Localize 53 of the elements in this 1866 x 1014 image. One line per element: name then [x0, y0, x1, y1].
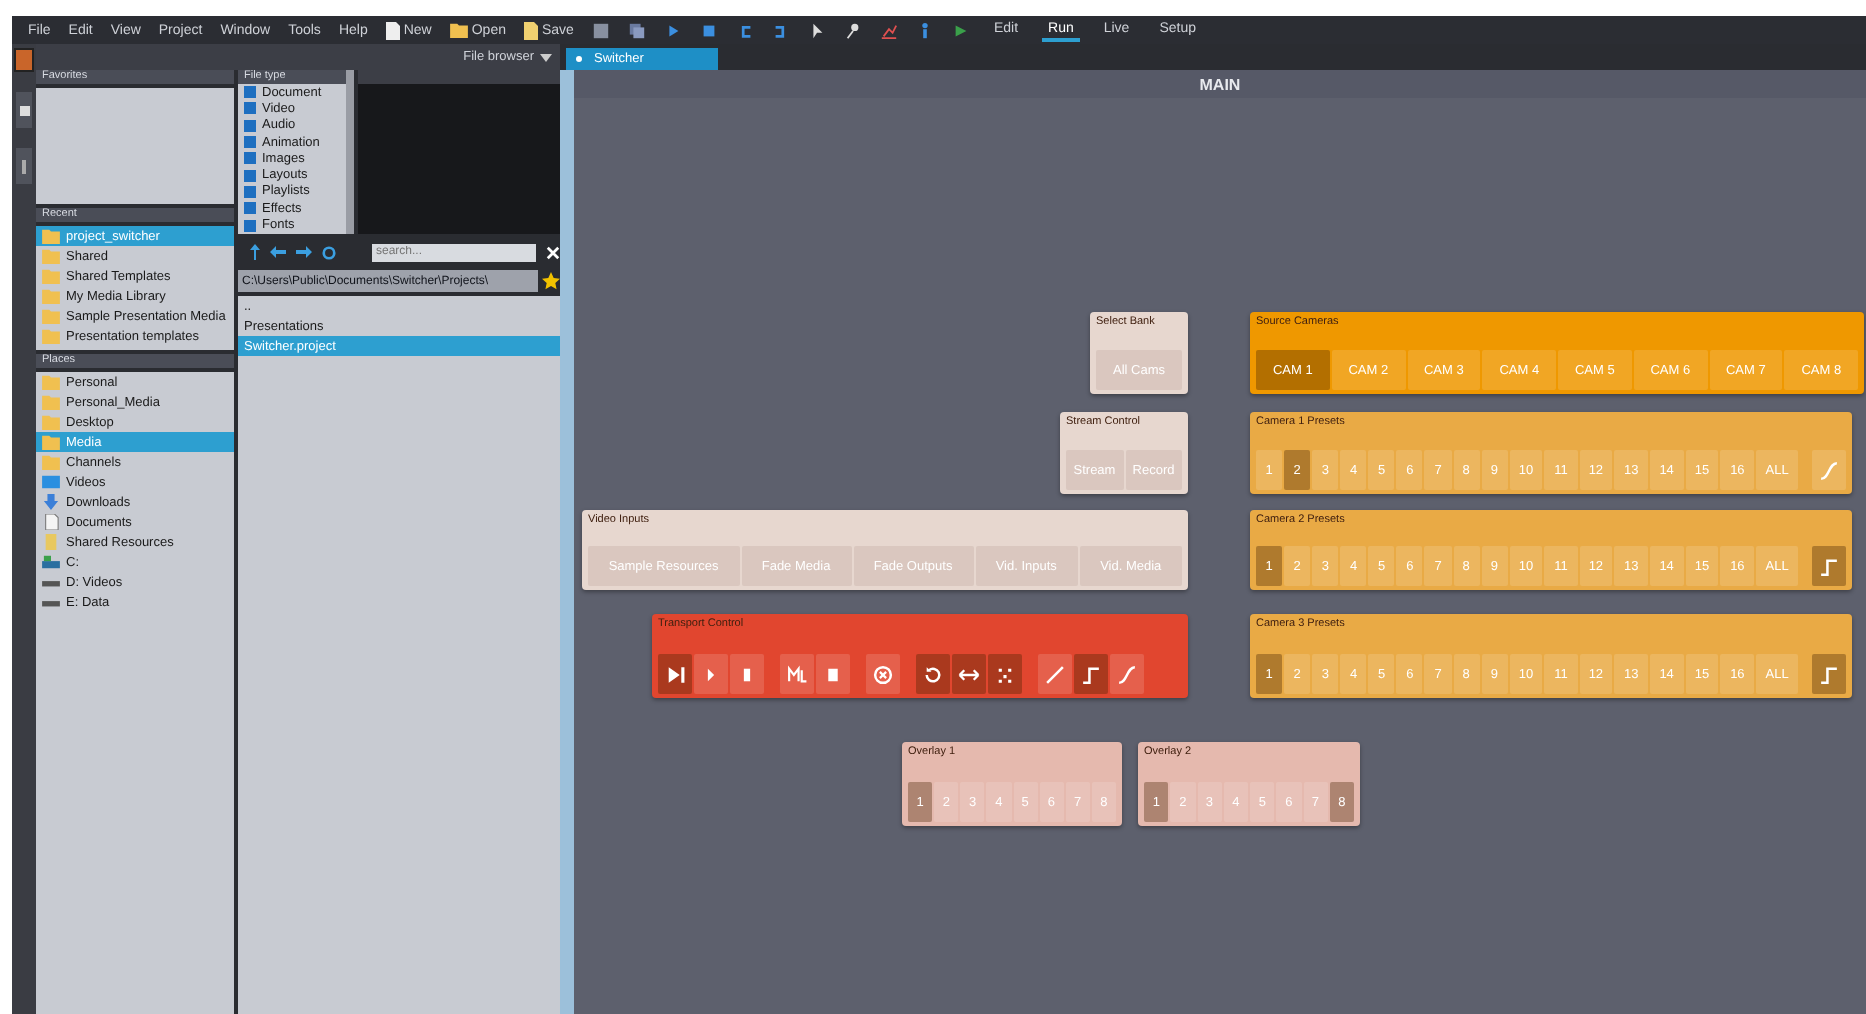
- download-icon: [42, 494, 60, 510]
- step-icon: [1818, 663, 1841, 685]
- page-tool-icon[interactable]: [16, 92, 32, 128]
- star-icon[interactable]: [542, 272, 560, 290]
- forward-icon[interactable]: [296, 246, 312, 258]
- app-icon[interactable]: [14, 48, 34, 72]
- play-icon: [664, 663, 686, 685]
- redo-icon[interactable]: [771, 21, 790, 39]
- clip-icon: [822, 663, 844, 685]
- refresh-icon[interactable]: [322, 245, 336, 259]
- line-icon: [1044, 663, 1066, 685]
- pin-icon[interactable]: [843, 21, 862, 39]
- transport-button[interactable]: [816, 654, 850, 694]
- transport-button[interactable]: [952, 654, 986, 694]
- transport-button[interactable]: [658, 654, 692, 694]
- caret-icon[interactable]: [540, 53, 552, 61]
- transport-button[interactable]: [866, 654, 900, 694]
- transport-button[interactable]: [1038, 654, 1072, 694]
- transport-button[interactable]: [730, 654, 764, 694]
- transport-button[interactable]: [780, 654, 814, 694]
- dot-icon: [576, 56, 582, 62]
- pin-tool-icon[interactable]: [16, 148, 32, 184]
- curve-icon: [1818, 459, 1841, 481]
- grid-icon[interactable]: [591, 21, 610, 39]
- stop-icon: [872, 663, 894, 685]
- transport-button[interactable]: [988, 654, 1022, 694]
- shuffle-icon: [994, 663, 1016, 685]
- transport-button[interactable]: [1074, 654, 1108, 694]
- step-icon: [1818, 555, 1841, 577]
- copy-icon[interactable]: [627, 21, 646, 39]
- back-icon[interactable]: [270, 246, 286, 258]
- document-icon: [42, 514, 60, 530]
- transport-button[interactable]: [1110, 654, 1144, 694]
- close-icon[interactable]: [546, 245, 560, 259]
- arrow-icon[interactable]: [663, 21, 682, 39]
- play-icon[interactable]: [951, 21, 970, 39]
- stop-icon[interactable]: [699, 21, 718, 39]
- step-icon: [1080, 663, 1102, 685]
- transport-button[interactable]: [694, 654, 728, 694]
- up-icon[interactable]: [250, 244, 260, 260]
- pointer-icon[interactable]: [807, 21, 826, 39]
- canvas-title: MAIN: [574, 70, 1866, 98]
- transport-button[interactable]: [916, 654, 950, 694]
- document-icon: [523, 21, 538, 39]
- document-icon: [385, 21, 400, 39]
- monitor-icon: [42, 474, 60, 490]
- loop-icon: [922, 663, 944, 685]
- chart-icon[interactable]: [879, 21, 898, 39]
- curve-icon: [1116, 663, 1138, 685]
- swap-icon: [958, 663, 980, 685]
- marker-icon: [786, 663, 808, 685]
- folder-icon: [449, 22, 468, 38]
- drive-icon: [42, 554, 60, 570]
